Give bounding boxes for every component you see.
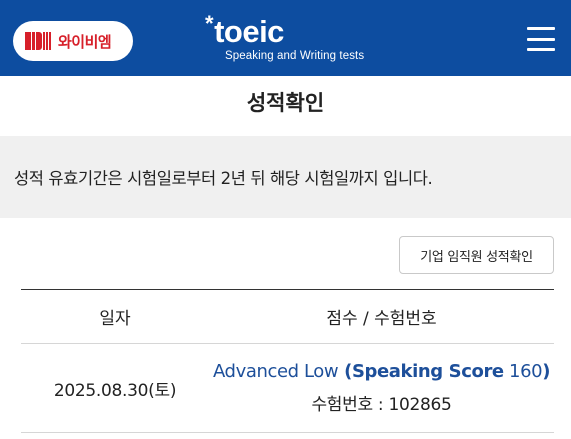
table-row: 2025.08.30(토) Advanced Low (Speaking Sco… (21, 344, 554, 433)
validity-notice-text: 성적 유효기간은 시험일로부터 2년 뒤 해당 시험일까지 입니다. (14, 169, 433, 188)
score-link[interactable]: Advanced Low (Speaking Score 160) (209, 361, 554, 382)
top-navigation-bar: 와이비엠 * toeic Speaking and Writing tests (0, 0, 571, 76)
score-close-paren: ) (542, 361, 551, 382)
score-value: 160 (503, 361, 543, 382)
hamburger-menu-icon[interactable] (527, 27, 555, 51)
column-header-score: 점수 / 수험번호 (326, 309, 437, 329)
corporate-score-check-button[interactable]: 기업 임직원 성적확인 (399, 236, 554, 274)
score-level: Advanced Low (212, 361, 339, 382)
column-header-date: 일자 (99, 309, 131, 329)
row-date: 2025.08.30(토) (53, 380, 177, 401)
ybm-logo-text: 와이비엠 (58, 32, 112, 51)
toeic-logo[interactable]: * toeic Speaking and Writing tests (205, 11, 365, 63)
page-title: 성적확인 (246, 91, 325, 115)
row-score-cell: Advanced Low (Speaking Score 160) 수험번호 :… (209, 361, 554, 415)
ybm-logo[interactable]: 와이비엠 (13, 21, 133, 61)
toeic-star-icon: * (205, 11, 214, 36)
score-table: 일자 점수 / 수험번호 2025.08.30(토) Advanced Low … (21, 289, 554, 433)
score-open-paren: ( (338, 361, 352, 382)
exam-number: 수험번호 : 102865 (311, 395, 452, 415)
toeic-brand-text: toeic (214, 14, 284, 49)
table-header: 일자 점수 / 수험번호 (21, 290, 554, 344)
toeic-subtitle: Speaking and Writing tests (225, 50, 365, 62)
ybm-logo-mark-icon (25, 32, 52, 50)
score-label: Speaking Score (351, 361, 504, 382)
validity-notice: 성적 유효기간은 시험일로부터 2년 뒤 해당 시험일까지 입니다. (0, 136, 571, 218)
